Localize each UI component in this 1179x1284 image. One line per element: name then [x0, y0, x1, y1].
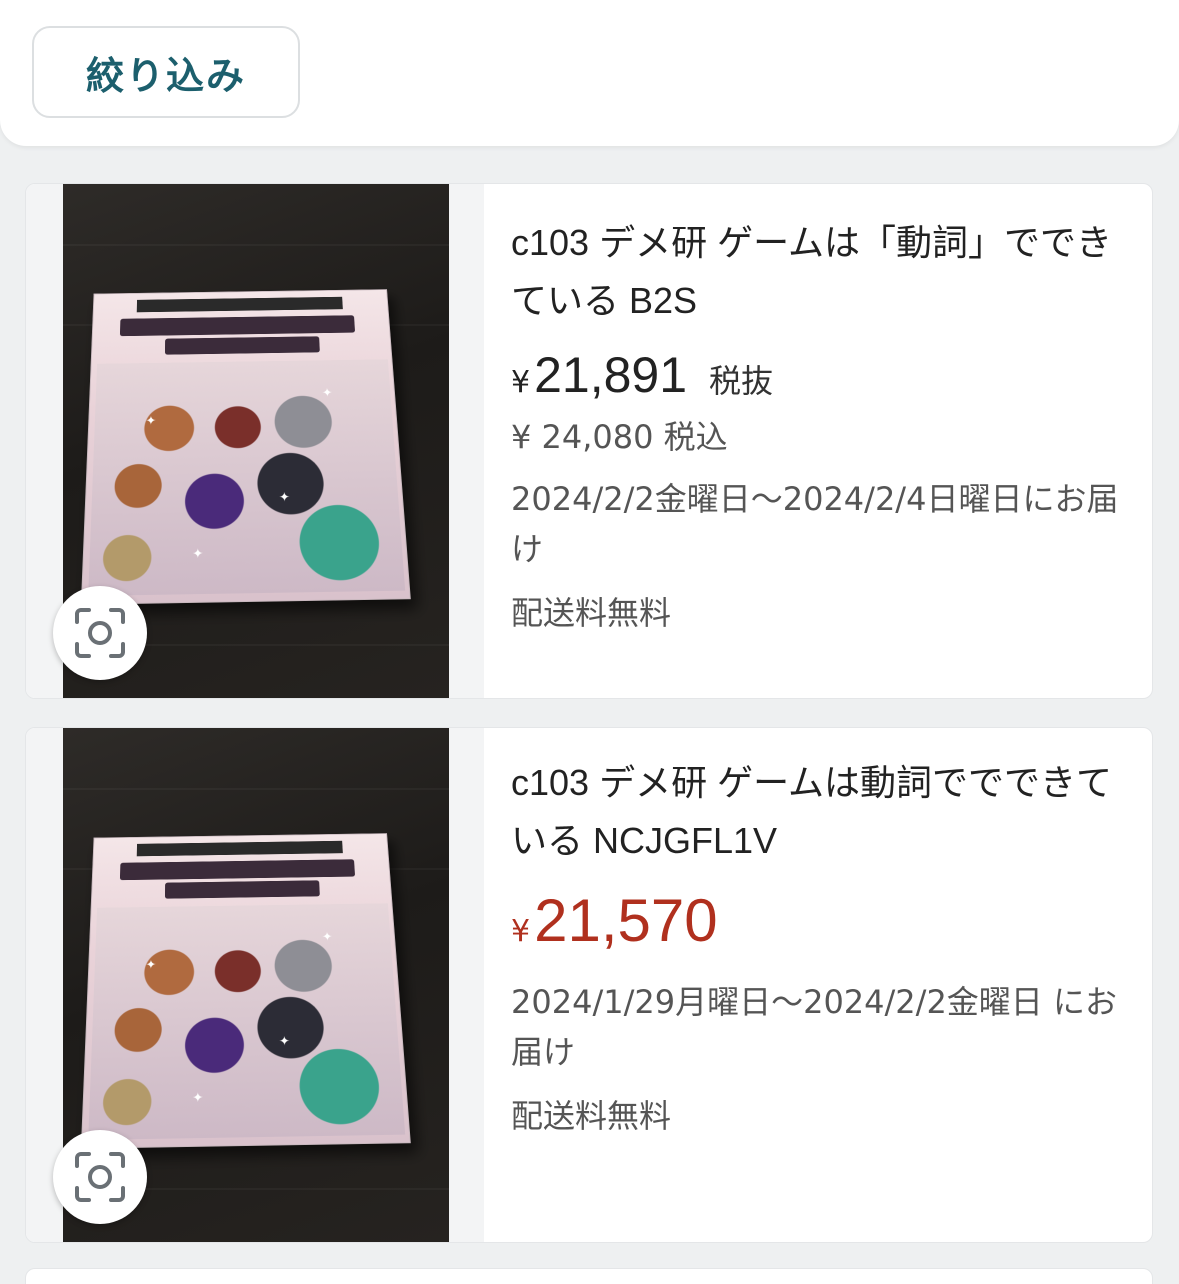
image-search-button[interactable] — [53, 1130, 147, 1224]
price-row: ¥ 21,891 税抜 — [511, 346, 1132, 404]
price-incl-tax: ¥ 24,080 税込 — [511, 418, 728, 456]
shipping-info: 配送料無料 — [511, 1097, 672, 1135]
product-card[interactable]: ✦ ✦ ✦ ✦ c103 デメ研 ゲームは「動詞」でできている B2S ¥ 21… — [25, 183, 1153, 699]
camera-lens-icon — [75, 608, 125, 658]
product-price: 21,570 — [534, 887, 718, 954]
product-card-next[interactable] — [25, 1268, 1153, 1284]
filter-button[interactable]: 絞り込み — [32, 26, 300, 118]
currency-symbol: ¥ — [511, 914, 531, 949]
camera-lens-icon — [75, 1152, 125, 1202]
currency-symbol: ¥ — [511, 365, 531, 400]
product-card[interactable]: ✦ ✦ ✦ ✦ c103 デメ研 ゲームは動詞ででできている NCJGFL1V … — [25, 727, 1153, 1243]
product-image-area[interactable]: ✦ ✦ ✦ ✦ — [26, 728, 484, 1242]
image-search-button[interactable] — [53, 586, 147, 680]
filter-bar: 絞り込み — [0, 0, 1179, 146]
product-price: 21,891 — [534, 347, 688, 403]
product-info: c103 デメ研 ゲームは動詞ででできている NCJGFL1V ¥ 21,570… — [511, 728, 1132, 1137]
delivery-date: 2024/2/2金曜日〜2024/2/4日曜日にお届け — [511, 480, 1119, 568]
book-cover: ✦ ✦ ✦ ✦ — [80, 289, 411, 605]
shipping-info: 配送料無料 — [511, 594, 672, 632]
price-row: ¥ 21,570 — [511, 886, 1132, 955]
book-cover: ✦ ✦ ✦ ✦ — [80, 833, 411, 1149]
product-image-area[interactable]: ✦ ✦ ✦ ✦ — [26, 184, 484, 698]
product-info: c103 デメ研 ゲームは「動詞」でできている B2S ¥ 21,891 税抜 … — [511, 184, 1132, 634]
tax-label: 税抜 — [709, 362, 774, 400]
product-title[interactable]: c103 デメ研 ゲームは「動詞」でできている B2S — [511, 214, 1132, 330]
product-title[interactable]: c103 デメ研 ゲームは動詞ででできている NCJGFL1V — [511, 754, 1132, 870]
delivery-date: 2024/1/29月曜日〜2024/2/2金曜日 にお届け — [511, 983, 1117, 1071]
